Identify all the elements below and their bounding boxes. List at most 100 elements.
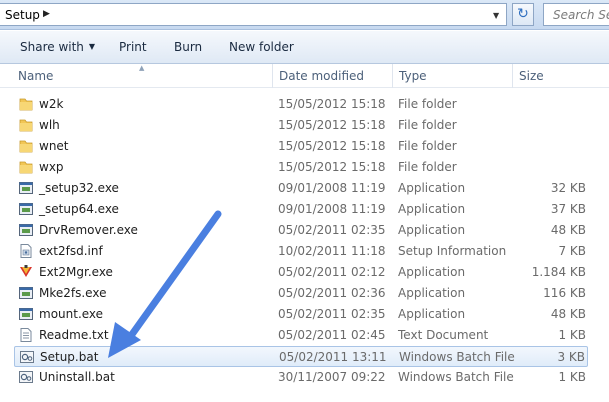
file-type: Application — [398, 265, 466, 279]
file-size: 48 KB — [550, 223, 586, 237]
column-name[interactable]: Name — [18, 69, 53, 83]
file-size: 3 KB — [557, 350, 585, 364]
app-icon — [19, 203, 33, 215]
command-bar: Share with ▼ Print Burn New folder — [0, 31, 609, 64]
file-type: Application — [398, 286, 466, 300]
file-type: Application — [398, 181, 466, 195]
app-icon — [19, 224, 33, 236]
app-icon — [19, 287, 33, 299]
file-name: wnet — [39, 139, 69, 153]
list-item[interactable]: Uninstall.bat 30/11/2007 09:22 Windows B… — [14, 367, 588, 388]
file-date: 15/05/2012 15:18 — [278, 118, 386, 132]
search-input[interactable]: Search Setu — [543, 3, 609, 26]
app-icon — [19, 308, 33, 320]
file-date: 05/02/2011 02:35 — [278, 307, 386, 321]
folder-icon — [19, 161, 33, 174]
list-item[interactable]: wxp 15/05/2012 15:18 File folder — [14, 157, 588, 178]
list-item[interactable]: wlh 15/05/2012 15:18 File folder — [14, 115, 588, 136]
file-name: Ext2Mgr.exe — [39, 265, 113, 279]
print-button[interactable]: Print — [119, 40, 147, 54]
column-divider[interactable] — [272, 64, 273, 88]
file-size: 32 KB — [550, 181, 586, 195]
refresh-button[interactable]: ↻ — [512, 3, 534, 26]
file-date: 15/05/2012 15:18 — [278, 97, 386, 111]
breadcrumb-chevron-icon[interactable]: ▶ — [43, 9, 50, 19]
file-name: wxp — [39, 160, 64, 174]
file-date: 10/02/2011 11:18 — [278, 244, 386, 258]
list-item[interactable]: Readme.txt 05/02/2011 02:45 Text Documen… — [14, 325, 588, 346]
file-name: wlh — [39, 118, 60, 132]
refresh-icon: ↻ — [517, 6, 529, 22]
file-name: Uninstall.bat — [39, 370, 115, 384]
file-type: File folder — [398, 160, 457, 174]
file-date: 05/02/2011 02:35 — [278, 223, 386, 237]
ext2mgr-icon — [20, 265, 32, 277]
file-name: Setup.bat — [40, 350, 99, 364]
file-name: mount.exe — [39, 307, 104, 321]
file-size: 7 KB — [558, 244, 586, 258]
file-name: ext2fsd.inf — [39, 244, 103, 258]
file-size: 37 KB — [550, 202, 586, 216]
file-type: Windows Batch File — [399, 350, 515, 364]
list-item[interactable]: Mke2fs.exe 05/02/2011 02:36 Application … — [14, 283, 588, 304]
file-type: Text Document — [398, 328, 489, 342]
address-box[interactable]: Setup ▶ ▼ — [0, 3, 507, 26]
app-icon — [19, 182, 33, 194]
breadcrumb-setup[interactable]: Setup — [5, 8, 40, 22]
column-headers: ▲ Name Date modified Type Size — [0, 64, 609, 88]
file-size: 1 KB — [558, 328, 586, 342]
burn-button[interactable]: Burn — [174, 40, 202, 54]
file-type: File folder — [398, 97, 457, 111]
file-date: 30/11/2007 09:22 — [278, 370, 386, 384]
list-item[interactable]: DrvRemover.exe 05/02/2011 02:35 Applicat… — [14, 220, 588, 241]
file-name: _setup32.exe — [39, 181, 119, 195]
file-date: 15/05/2012 15:18 — [278, 139, 386, 153]
file-type: File folder — [398, 118, 457, 132]
list-item[interactable]: _setup32.exe 09/01/2008 11:19 Applicatio… — [14, 178, 588, 199]
file-size: 116 KB — [543, 286, 586, 300]
folder-icon — [19, 140, 33, 153]
file-date: 09/01/2008 11:19 — [278, 181, 386, 195]
file-name: w2k — [39, 97, 64, 111]
address-dropdown-icon[interactable]: ▼ — [493, 11, 499, 20]
inf-icon — [20, 244, 32, 258]
address-bar: Setup ▶ ▼ ↻ Search Setu — [0, 0, 609, 30]
file-date: 05/02/2011 02:45 — [278, 328, 386, 342]
file-name: _setup64.exe — [39, 202, 119, 216]
file-type: Windows Batch File — [398, 370, 514, 384]
file-type: Application — [398, 307, 466, 321]
new-folder-button[interactable]: New folder — [229, 40, 294, 54]
column-date-modified[interactable]: Date modified — [279, 69, 364, 83]
folder-icon — [19, 119, 33, 132]
file-type: File folder — [398, 139, 457, 153]
batch-file-icon — [20, 351, 34, 363]
sort-up-icon: ▲ — [139, 64, 145, 72]
column-type[interactable]: Type — [399, 69, 427, 83]
file-size: 1 KB — [558, 370, 586, 384]
column-size[interactable]: Size — [519, 69, 544, 83]
list-item-selected[interactable]: Setup.bat 05/02/2011 13:11 Windows Batch… — [14, 346, 588, 367]
list-item[interactable]: Ext2Mgr.exe 05/02/2011 02:12 Application… — [14, 262, 588, 283]
explorer-window: Setup ▶ ▼ ↻ Search Setu Share with ▼ Prin… — [0, 0, 609, 402]
chevron-down-icon: ▼ — [88, 42, 96, 51]
file-date: 05/02/2011 02:12 — [278, 265, 386, 279]
file-date: 15/05/2012 15:18 — [278, 160, 386, 174]
file-date: 09/01/2008 11:19 — [278, 202, 386, 216]
file-name: DrvRemover.exe — [39, 223, 138, 237]
folder-icon — [19, 98, 33, 111]
list-item[interactable]: _setup64.exe 09/01/2008 11:19 Applicatio… — [14, 199, 588, 220]
list-item[interactable]: mount.exe 05/02/2011 02:35 Application 4… — [14, 304, 588, 325]
file-name: Readme.txt — [39, 328, 109, 342]
batch-file-icon — [19, 371, 33, 383]
search-placeholder: Search Setu — [553, 8, 609, 22]
share-with-button[interactable]: Share with ▼ — [20, 40, 95, 54]
text-file-icon — [20, 328, 32, 342]
file-type: Application — [398, 202, 466, 216]
file-size: 1.184 KB — [531, 265, 586, 279]
list-item[interactable]: ext2fsd.inf 10/02/2011 11:18 Setup Infor… — [14, 241, 588, 262]
file-date: 05/02/2011 13:11 — [279, 350, 387, 364]
column-divider[interactable] — [512, 64, 513, 88]
list-item[interactable]: w2k 15/05/2012 15:18 File folder — [14, 94, 588, 115]
list-item[interactable]: wnet 15/05/2012 15:18 File folder — [14, 136, 588, 157]
column-divider[interactable] — [392, 64, 393, 88]
